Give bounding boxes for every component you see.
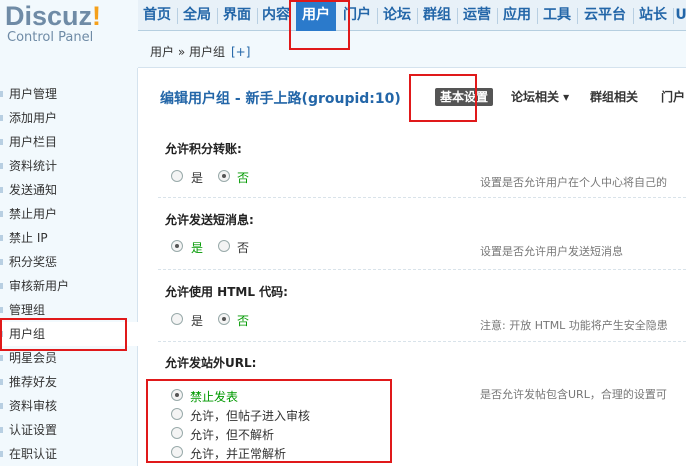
radio-credit-transfer-no[interactable] — [218, 170, 230, 182]
radio-html-code-yes[interactable] — [171, 313, 183, 325]
bullet-icon — [0, 403, 3, 409]
nav-tools[interactable]: 工具 — [538, 0, 576, 31]
tab-portal[interactable]: 门户 — [661, 88, 685, 106]
divider — [158, 269, 686, 270]
divider — [158, 197, 686, 198]
sidebar: 用户管理 添加用户 用户栏目 资料统计 发送通知 禁止用户 禁止 IP 积分奖惩… — [0, 68, 138, 466]
setting-title-credit-transfer: 允许积分转账: — [165, 142, 242, 156]
bullet-icon — [0, 283, 3, 289]
sidebar-item-credits[interactable]: 积分奖惩 — [0, 250, 138, 274]
sidebar-item-ban-ip[interactable]: 禁止 IP — [0, 226, 138, 250]
sidebar-item-profile-review[interactable]: 资料审核 — [0, 394, 138, 418]
option-label: 是 — [191, 314, 204, 328]
highlight-box-sidebar-usergroup — [0, 318, 127, 351]
setting-title-private-message: 允许发送短消息: — [165, 213, 254, 227]
logo-subtitle: Control Panel — [7, 30, 94, 45]
sidebar-item-add-user[interactable]: 添加用户 — [0, 106, 138, 130]
setting-hint: 设置是否允许用户发送短消息 — [480, 245, 623, 258]
sidebar-item-label: 积分奖惩 — [9, 255, 58, 269]
radio-private-message-yes[interactable] — [171, 240, 183, 252]
setting-hint: 设置是否允许用户在个人中心将自己的 — [480, 176, 667, 189]
sidebar-item-label: 发送通知 — [9, 183, 58, 197]
setting-title-html-code: 允许使用 HTML 代码: — [165, 285, 288, 299]
sidebar-item-label: 认证设置 — [9, 423, 58, 437]
breadcrumb-path: 用户 » 用户组 — [150, 45, 225, 59]
bullet-icon — [0, 355, 3, 361]
sidebar-item-label: 资料统计 — [9, 159, 58, 173]
highlight-box-nav-user — [289, 0, 350, 50]
sidebar-item-label: 禁止用户 — [9, 207, 58, 221]
sidebar-item-invite[interactable]: 推荐好友 — [0, 370, 138, 394]
bullet-icon — [0, 235, 3, 241]
nav-ucenter[interactable]: U — [674, 0, 686, 31]
bullet-icon — [0, 427, 3, 433]
option-label: 否 — [237, 314, 250, 328]
sidebar-item-user-manage[interactable]: 用户管理 — [0, 82, 138, 106]
nav-interface[interactable]: 界面 — [218, 0, 256, 31]
bullet-icon — [0, 211, 3, 217]
sidebar-item-send-notice[interactable]: 发送通知 — [0, 178, 138, 202]
bullet-icon — [0, 451, 3, 457]
breadcrumb-bar: 用户 » 用户组 [+] — [138, 31, 686, 68]
setting-title-external-url: 允许发站外URL: — [165, 356, 257, 370]
sidebar-item-profile-stats[interactable]: 资料统计 — [0, 154, 138, 178]
highlight-box-basic-tab — [409, 74, 477, 122]
bullet-icon — [0, 91, 3, 97]
bullet-icon — [0, 187, 3, 193]
highlight-box-url-options — [146, 379, 392, 463]
sidebar-item-verify-settings[interactable]: 认证设置 — [0, 418, 138, 442]
nav-operation[interactable]: 运营 — [458, 0, 496, 31]
sidebar-item-label: 推荐好友 — [9, 375, 58, 389]
sidebar-item-label: 明星会员 — [9, 351, 58, 365]
bullet-icon — [0, 379, 3, 385]
nav-admin[interactable]: 站长 — [634, 0, 672, 31]
setting-hint: 注意: 开放 HTML 功能将产生安全隐患 — [480, 319, 668, 332]
nav-forum[interactable]: 论坛 — [378, 0, 416, 31]
page-title: 编辑用户组 - 新手上路(groupid:10) — [160, 91, 401, 107]
admin-panel: Discuz! Control Panel 首页 全局 界面 内容 用户 门户 … — [0, 0, 686, 466]
nav-cloud[interactable]: 云平台 — [578, 0, 632, 31]
sidebar-item-label: 用户管理 — [9, 87, 58, 101]
tab-group-related[interactable]: 群组相关 — [590, 88, 638, 106]
nav-global[interactable]: 全局 — [178, 0, 216, 31]
sidebar-item-user-columns[interactable]: 用户栏目 — [0, 130, 138, 154]
logo-bang: ! — [92, 1, 102, 31]
sidebar-item-label: 添加用户 — [9, 111, 58, 125]
divider — [158, 341, 686, 342]
bullet-icon — [0, 163, 3, 169]
radio-private-message-no[interactable] — [218, 240, 230, 252]
bullet-icon — [0, 115, 3, 121]
top-nav: 首页 全局 界面 内容 用户 门户 论坛 群组 运营 应用 工具 云平台 站长 … — [138, 0, 686, 31]
logo-text: Discuz — [5, 1, 93, 31]
nav-group[interactable]: 群组 — [418, 0, 456, 31]
logo-area: Discuz! Control Panel — [0, 0, 138, 68]
sidebar-item-label: 在职认证 — [9, 447, 58, 461]
sidebar-item-job-verify[interactable]: 在职认证 — [0, 442, 138, 466]
sidebar-item-label: 禁止 IP — [9, 231, 48, 245]
bullet-icon — [0, 307, 3, 313]
add-group-link[interactable]: [+] — [231, 45, 250, 59]
sidebar-item-label: 审核新用户 — [9, 279, 70, 293]
sidebar-item-ban-user[interactable]: 禁止用户 — [0, 202, 138, 226]
setting-hint: 是否允许发帖包含URL，合理的设置可 — [480, 388, 667, 401]
option-label: 否 — [237, 171, 250, 185]
tab-forum-related[interactable]: 论坛相关 ▾ — [511, 88, 569, 106]
radio-html-code-no[interactable] — [218, 313, 230, 325]
sidebar-item-label: 用户栏目 — [9, 135, 58, 149]
breadcrumb: 用户 » 用户组 [+] — [150, 43, 250, 60]
option-label: 是 — [191, 171, 204, 185]
sidebar-item-label: 管理组 — [9, 303, 46, 317]
option-label: 否 — [237, 241, 250, 255]
bullet-icon — [0, 259, 3, 265]
sidebar-item-label: 资料审核 — [9, 399, 58, 413]
nav-home[interactable]: 首页 — [138, 0, 176, 31]
option-label: 是 — [191, 241, 204, 255]
nav-app[interactable]: 应用 — [498, 0, 536, 31]
logo[interactable]: Discuz! — [5, 1, 101, 32]
bullet-icon — [0, 139, 3, 145]
radio-credit-transfer-yes[interactable] — [171, 170, 183, 182]
sidebar-item-review-new[interactable]: 审核新用户 — [0, 274, 138, 298]
